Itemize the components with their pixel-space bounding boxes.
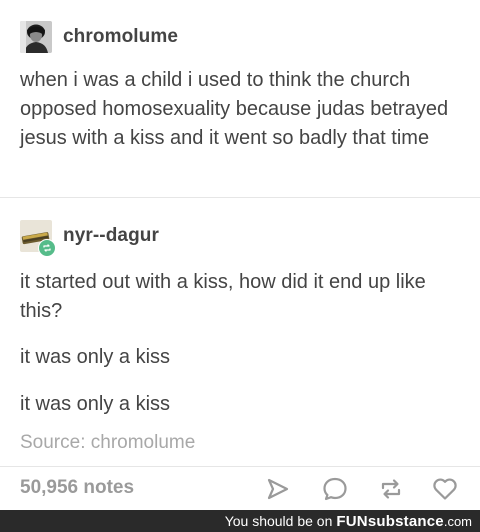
footer-divider (0, 466, 480, 467)
nyr-dagur-avatar[interactable] (20, 220, 56, 257)
reblog-badge-icon (38, 239, 56, 257)
reblog-icon[interactable] (377, 475, 405, 503)
watermark-brand: FUNsubstance (336, 512, 444, 530)
reply-icon[interactable] (321, 475, 349, 503)
original-post-header: chromolume (20, 21, 178, 53)
like-icon[interactable] (431, 475, 459, 503)
reblog-blog-name[interactable]: nyr--dagur (63, 225, 159, 247)
original-blog-name[interactable]: chromolume (63, 26, 178, 48)
source-link[interactable]: Source: chromolume (20, 432, 195, 454)
original-post-text: when i was a child i used to think the c… (20, 69, 449, 149)
reblog-paragraph-1: it started out with a kiss, how did it e… (20, 271, 426, 322)
reblog-paragraph-2: it was only a kiss (20, 346, 171, 368)
chromolume-avatar[interactable] (20, 21, 52, 53)
person-photo-avatar-icon (20, 21, 52, 53)
share-icon[interactable] (264, 475, 292, 503)
funsubstance-watermark: You should be on FUNsubstance .com (0, 510, 480, 532)
reblog-paragraph-3: it was only a kiss (20, 393, 171, 415)
tumblr-post: chromolume when i was a child i used to … (0, 0, 480, 510)
watermark-suffix: .com (443, 513, 472, 529)
post-actions (0, 475, 480, 503)
post-divider (0, 197, 480, 198)
watermark-text: You should be on (224, 513, 333, 529)
reblog-header: nyr--dagur (20, 220, 159, 257)
